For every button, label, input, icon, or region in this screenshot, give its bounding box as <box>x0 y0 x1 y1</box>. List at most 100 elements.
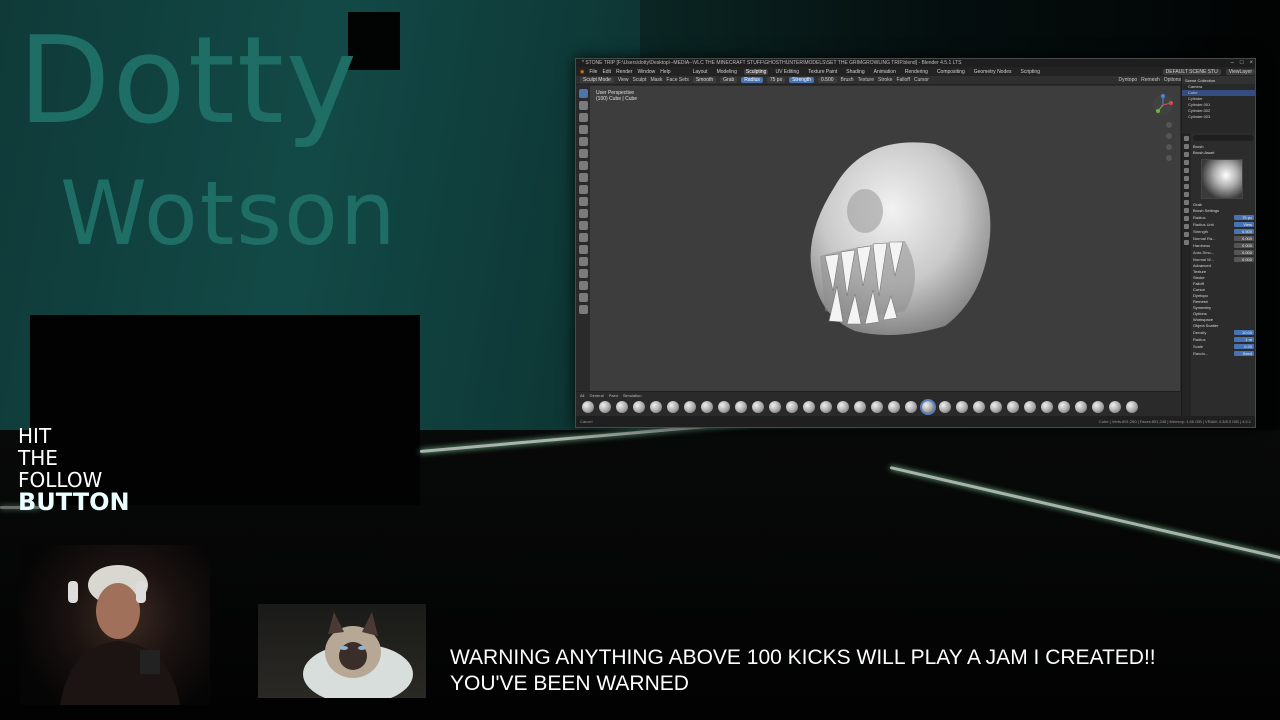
view-layer-selector[interactable]: ViewLayer <box>1225 68 1255 75</box>
brush-thumbnail[interactable] <box>684 401 696 413</box>
brush-thumbnail[interactable] <box>905 401 917 413</box>
brush-thumbnail-active[interactable] <box>922 401 934 413</box>
box-trim-icon[interactable] <box>578 197 588 206</box>
ortho-toggle-icon[interactable] <box>1166 155 1172 161</box>
3d-viewport[interactable]: User Perspective (100) Cube | Cube <box>590 86 1180 391</box>
tab-compositing[interactable]: Compositing <box>935 69 967 75</box>
scene-selector[interactable]: DEFAULT SCENE STU <box>1162 68 1221 75</box>
menu-sculpt[interactable]: Sculpt <box>633 77 647 83</box>
prop-value[interactable]: 10.00 <box>1234 330 1254 335</box>
stroke-menu[interactable]: Stroke <box>878 77 892 83</box>
brush-thumbnail[interactable] <box>718 401 730 413</box>
brush-thumbnail[interactable] <box>990 401 1002 413</box>
brush-thumbnail[interactable] <box>582 401 594 413</box>
menu-window[interactable]: Window <box>637 69 655 75</box>
texture-tab-icon[interactable] <box>1184 240 1189 245</box>
minimize-icon[interactable]: – <box>1231 59 1234 67</box>
shelf-tab-general[interactable]: General <box>589 393 603 398</box>
mode-selector[interactable]: Sculpt Mode <box>580 77 614 83</box>
blender-logo-icon[interactable]: ◉ <box>580 69 584 75</box>
brush-thumbnail[interactable] <box>871 401 883 413</box>
tab-modeling[interactable]: Modeling <box>715 69 739 75</box>
move-tool-icon[interactable] <box>578 257 588 266</box>
brush-thumbnail[interactable] <box>1024 401 1036 413</box>
brush-selector[interactable]: Smooth <box>692 77 717 83</box>
brush-asset-preview[interactable] <box>1201 159 1243 199</box>
cursor-menu[interactable]: Cursor <box>914 77 929 83</box>
constraints-tab-icon[interactable] <box>1184 216 1189 221</box>
blender-window[interactable]: * STONE TRIP [F:\Users\dotty\Desktop\--M… <box>575 58 1256 428</box>
tab-uv-editing[interactable]: UV Editing <box>773 69 801 75</box>
texture-menu[interactable]: Texture <box>858 77 874 83</box>
strength-label[interactable]: Strength <box>789 77 814 83</box>
data-tab-icon[interactable] <box>1184 224 1189 229</box>
prop-value[interactable]: Seed <box>1234 351 1254 356</box>
brush-thumbnail[interactable] <box>599 401 611 413</box>
navigation-gizmo-icon[interactable] <box>1152 94 1174 116</box>
menu-edit[interactable]: Edit <box>602 69 611 75</box>
annotate-tool-icon[interactable] <box>578 305 588 314</box>
brush-thumbnail[interactable] <box>939 401 951 413</box>
modifier-tab-icon[interactable] <box>1184 192 1189 197</box>
falloff-menu[interactable]: Falloff <box>896 77 910 83</box>
output-tab-icon[interactable] <box>1184 152 1189 157</box>
menu-face-sets[interactable]: Face Sets <box>666 77 689 83</box>
prop-value[interactable]: 0.000 <box>1234 257 1254 262</box>
outliner-row[interactable]: Cylinder.003 <box>1182 114 1255 120</box>
line-project-icon[interactable] <box>578 209 588 218</box>
tool-name[interactable]: Grab <box>720 77 738 83</box>
camera-view-icon[interactable] <box>1166 144 1172 150</box>
prop-value[interactable]: 0.20 <box>1234 344 1254 349</box>
shelf-tab-paint[interactable]: Paint <box>609 393 618 398</box>
radius-field[interactable]: 75 px <box>766 77 786 83</box>
sculpted-skull-model[interactable] <box>795 126 1005 346</box>
shelf-tab-simulation[interactable]: Simulation <box>623 393 642 398</box>
render-tab-icon[interactable] <box>1184 144 1189 149</box>
clay-tool-icon[interactable] <box>578 113 588 122</box>
radius-label[interactable]: Radius <box>741 77 763 83</box>
tab-geometry-nodes[interactable]: Geometry Nodes <box>972 69 1014 75</box>
menu-help[interactable]: Help <box>660 69 670 75</box>
prop-value[interactable]: 1 m <box>1234 337 1254 342</box>
tab-layout[interactable]: Layout <box>691 69 710 75</box>
brush-thumbnail[interactable] <box>854 401 866 413</box>
scale-tool-icon[interactable] <box>578 281 588 290</box>
draw-tool-icon[interactable] <box>578 101 588 110</box>
options-menu[interactable]: Options <box>1164 77 1181 83</box>
maximize-icon[interactable]: □ <box>1240 59 1244 67</box>
brush-thumbnail[interactable] <box>1075 401 1087 413</box>
strength-field[interactable]: 0.500 <box>818 77 837 83</box>
particles-tab-icon[interactable] <box>1184 200 1189 205</box>
brush-thumbnail[interactable] <box>769 401 781 413</box>
rotate-tool-icon[interactable] <box>578 269 588 278</box>
tab-texture-paint[interactable]: Texture Paint <box>806 69 839 75</box>
shelf-tab-all[interactable]: All <box>580 393 584 398</box>
brush-asset-section[interactable]: Brush Asset <box>1193 150 1254 156</box>
brush-thumbnail[interactable] <box>1007 401 1019 413</box>
material-tab-icon[interactable] <box>1184 232 1189 237</box>
menu-mask[interactable]: Mask <box>650 77 662 83</box>
menu-file[interactable]: File <box>589 69 597 75</box>
brush-thumbnail[interactable] <box>735 401 747 413</box>
prop-value[interactable]: 0.500 <box>1234 229 1254 234</box>
remesh-menu[interactable]: Remesh <box>1141 77 1160 83</box>
brush-menu[interactable]: Brush <box>841 77 854 83</box>
box-mask-icon[interactable] <box>578 137 588 146</box>
brush-thumbnail[interactable] <box>1041 401 1053 413</box>
tab-sculpting[interactable]: Sculpting <box>743 68 769 75</box>
inflate-tool-icon[interactable] <box>578 125 588 134</box>
brush-thumbnail[interactable] <box>956 401 968 413</box>
brush-thumbnail[interactable] <box>633 401 645 413</box>
tab-shading[interactable]: Shading <box>844 69 866 75</box>
close-icon[interactable]: × <box>1249 59 1253 67</box>
color-filter-icon[interactable] <box>578 245 588 254</box>
physics-tab-icon[interactable] <box>1184 208 1189 213</box>
pan-icon[interactable] <box>1166 133 1172 139</box>
box-face-set-icon[interactable] <box>578 185 588 194</box>
transform-tool-icon[interactable] <box>578 293 588 302</box>
box-hide-icon[interactable] <box>578 173 588 182</box>
brush-thumbnail[interactable] <box>1109 401 1121 413</box>
brush-thumbnail[interactable] <box>888 401 900 413</box>
brush-thumbnail[interactable] <box>667 401 679 413</box>
prop-value[interactable]: 0.000 <box>1234 243 1254 248</box>
